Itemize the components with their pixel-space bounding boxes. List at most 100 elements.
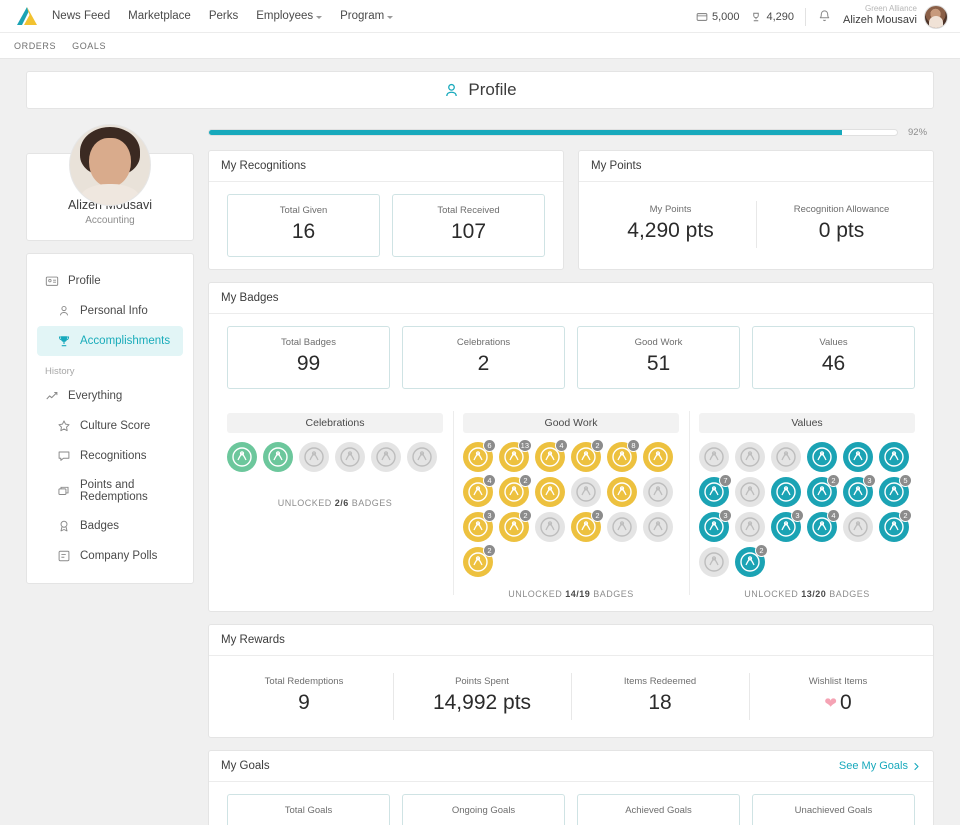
chat-badge-icon[interactable] xyxy=(771,477,801,507)
see-my-goals-link[interactable]: See My Goals xyxy=(839,760,921,772)
party-hat-badge-icon[interactable] xyxy=(371,442,401,472)
card-header: My Goals See My Goals xyxy=(209,751,933,782)
stat-achieved-goals[interactable]: Achieved Goals xyxy=(577,794,740,825)
cook-badge-icon[interactable] xyxy=(571,477,601,507)
sidebar-item-profile[interactable]: Profile xyxy=(37,266,183,296)
handshake-badge-icon[interactable] xyxy=(807,442,837,472)
globe-badge-icon[interactable]: 5 xyxy=(879,474,912,507)
growth-chart-badge-icon[interactable]: 4 xyxy=(535,439,568,472)
profile-banner: Profile xyxy=(26,71,934,109)
sidebar-item-points-and-redemptions[interactable]: Points and Redemptions xyxy=(37,471,183,511)
paper-plane-badge-icon[interactable]: 2 xyxy=(571,509,604,542)
nav-item-employees[interactable]: Employees xyxy=(256,10,323,22)
star-person-badge-icon[interactable]: 13 xyxy=(499,439,532,472)
avatar[interactable] xyxy=(69,124,151,206)
lightbulb-badge-icon[interactable] xyxy=(643,442,673,472)
sidebar-item-accomplishments[interactable]: Accomplishments xyxy=(37,326,183,356)
nav-item-marketplace[interactable]: Marketplace xyxy=(128,10,191,22)
stat-label: Celebrations xyxy=(456,337,511,348)
knot-badge-icon[interactable]: 4 xyxy=(807,509,840,542)
sidebar-item-badges[interactable]: Badges xyxy=(37,511,183,541)
sidebar-item-company-polls[interactable]: Company Polls xyxy=(37,541,183,571)
idea-bulb-badge-icon[interactable]: 2 xyxy=(463,544,496,577)
brain-gear-badge-icon[interactable] xyxy=(607,477,637,507)
diamond-badge-icon[interactable]: 3 xyxy=(463,509,496,542)
badge-count: 6 xyxy=(483,439,496,452)
subnav-item-goals[interactable]: GOALS xyxy=(72,41,106,51)
subnav-item-orders[interactable]: ORDERS xyxy=(14,41,56,51)
gift-badge-icon[interactable]: 3 xyxy=(843,474,876,507)
flag-badge-icon[interactable] xyxy=(535,477,565,507)
cupcake-badge-icon[interactable] xyxy=(263,442,293,472)
id-card-icon xyxy=(45,276,59,286)
gears-badge-icon[interactable] xyxy=(607,512,637,542)
pencil-badge-icon[interactable]: 8 xyxy=(607,439,640,472)
stat-celebrations[interactable]: Celebrations 2 xyxy=(402,326,565,389)
sun-badge-icon[interactable]: 7 xyxy=(699,474,732,507)
stat-ongoing-goals[interactable]: Ongoing Goals xyxy=(402,794,565,825)
sidebar-item-personal-info[interactable]: Personal Info xyxy=(37,296,183,326)
book-badge-icon[interactable] xyxy=(735,442,765,472)
nav-item-perks[interactable]: Perks xyxy=(209,10,238,22)
scale-badge-icon[interactable]: 2 xyxy=(735,544,768,577)
stat-label: Total Received xyxy=(437,205,500,216)
nav-item-news-feed[interactable]: News Feed xyxy=(52,10,110,22)
chevron-down-icon xyxy=(316,15,323,19)
card-title: My Goals xyxy=(221,760,270,772)
boat-badge-icon[interactable] xyxy=(535,512,565,542)
shield-check-badge-icon[interactable]: 2 xyxy=(499,474,532,507)
heart-hand-badge-icon[interactable]: 2 xyxy=(807,474,840,507)
leaf-badge-icon[interactable] xyxy=(699,442,729,472)
heart-badge-icon[interactable]: 3 xyxy=(699,509,732,542)
sidebar-item-everything[interactable]: Everything xyxy=(37,381,183,411)
assembly-logo-icon[interactable] xyxy=(14,6,40,26)
stat-total-badges[interactable]: Total Badges 99 xyxy=(227,326,390,389)
user-menu[interactable]: Green Alliance Alizeh Mousavi xyxy=(843,4,948,29)
badge-count: 2 xyxy=(483,544,496,557)
stat-label: Ongoing Goals xyxy=(451,805,516,816)
stat-total-given[interactable]: Total Given 16 xyxy=(227,194,380,257)
top-navigation-bar: News Feed Marketplace Perks Employees Pr… xyxy=(0,0,960,33)
allowance-indicator[interactable]: 5,000 xyxy=(696,11,739,23)
megaphone-badge-icon[interactable]: 2 xyxy=(879,509,912,542)
glasses-badge-icon[interactable]: 2 xyxy=(571,439,604,472)
badge-count: 5 xyxy=(899,474,912,487)
badge-column-title: Celebrations xyxy=(227,413,443,433)
runner-badge-icon[interactable] xyxy=(643,512,673,542)
clap-badge-icon[interactable] xyxy=(299,442,329,472)
cheer-badge-icon[interactable] xyxy=(335,442,365,472)
my-goals-card: My Goals See My Goals Total Goals Ongoin… xyxy=(208,750,934,825)
target-badge-icon[interactable]: 4 xyxy=(463,474,496,507)
points-value: 4,290 xyxy=(766,10,795,23)
flag-value-badge-icon[interactable] xyxy=(735,512,765,542)
confetti-badge-icon[interactable] xyxy=(227,442,257,472)
sidebar-item-label: Points and Redemptions xyxy=(80,479,148,503)
avatar[interactable] xyxy=(924,4,948,29)
stat-value: 0 pts xyxy=(818,219,865,242)
champagne-badge-icon[interactable] xyxy=(407,442,437,472)
stat-label: Items Redeemed xyxy=(623,676,697,687)
sidebar-item-culture-score[interactable]: Culture Score xyxy=(37,411,183,441)
nav-item-program[interactable]: Program xyxy=(340,10,394,22)
smile-badge-icon[interactable]: 3 xyxy=(771,509,804,542)
comment-icon xyxy=(58,451,70,461)
puzzle-badge-icon[interactable] xyxy=(643,477,673,507)
stat-total-received[interactable]: Total Received 107 xyxy=(392,194,545,257)
clock-badge-icon[interactable] xyxy=(735,477,765,507)
lifering-badge-icon[interactable] xyxy=(843,442,873,472)
points-indicator[interactable]: 4,290 xyxy=(750,11,794,23)
nav-label: Program xyxy=(340,10,385,22)
rocket-badge-icon[interactable]: 6 xyxy=(463,439,496,472)
sidebar-item-recognitions[interactable]: Recognitions xyxy=(37,441,183,471)
fist-badge-icon[interactable] xyxy=(879,442,909,472)
stat-good-work[interactable]: Good Work 51 xyxy=(577,326,740,389)
bell-icon[interactable] xyxy=(817,9,832,24)
origami-badge-icon[interactable] xyxy=(699,547,729,577)
stat-values[interactable]: Values 46 xyxy=(752,326,915,389)
support-badge-icon[interactable] xyxy=(843,512,873,542)
star-medal-badge-icon[interactable]: 2 xyxy=(499,509,532,542)
stat-total-goals[interactable]: Total Goals xyxy=(227,794,390,825)
stat-unachieved-goals[interactable]: Unachieved Goals xyxy=(752,794,915,825)
infinity-badge-icon[interactable] xyxy=(771,442,801,472)
sidebar-item-label: Badges xyxy=(80,520,120,532)
